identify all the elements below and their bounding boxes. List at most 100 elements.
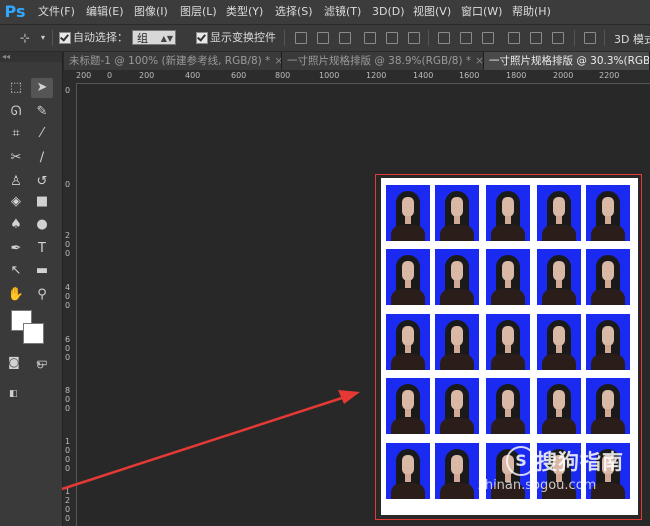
document-tab-bar: 未标题-1 @ 100% (新建参考线, RGB/8) *× 一寸照片规格排版 … — [64, 52, 650, 70]
gradient-icon[interactable]: ■ — [31, 192, 53, 212]
marquee-icon[interactable]: ⬚ — [5, 78, 27, 98]
ruler-label: 200 — [139, 71, 155, 80]
sogou-watermark: S 搜狗指南 zhinan.sogou.com — [478, 444, 635, 514]
blur-icon[interactable]: ♠ — [5, 215, 27, 235]
ruler-label: 1 2 0 0 — [65, 487, 71, 523]
brush-icon[interactable]: ∕ — [31, 148, 53, 168]
menu-layer[interactable]: 图层(L) — [180, 4, 217, 20]
menu-type[interactable]: 类型(Y) — [226, 4, 263, 20]
menu-help[interactable]: 帮助(H) — [512, 4, 551, 20]
menu-filter[interactable]: 滤镜(T) — [324, 4, 361, 20]
ruler-label: 2 0 0 — [65, 231, 71, 258]
divider — [284, 30, 285, 46]
menu-select[interactable]: 选择(S) — [275, 4, 313, 20]
photoshop-logo: Ps — [4, 2, 26, 21]
distribute-left-icon[interactable] — [508, 32, 520, 44]
distribute-top-icon[interactable] — [438, 32, 450, 44]
eyedropper-icon[interactable]: ⁄ — [31, 124, 53, 144]
tab-photo-layout-38[interactable]: 一寸照片规格排版 @ 38.9%(RGB/8) * × — [282, 52, 484, 70]
tab-label: 一寸照片规格排版 @ 30.3%(RGB/8) — [489, 55, 650, 67]
distribute-hcenter-icon[interactable] — [530, 32, 542, 44]
ruler-label: 2200 — [599, 71, 620, 80]
background-color-swatch[interactable] — [23, 323, 44, 344]
align-right-icon[interactable] — [408, 32, 420, 44]
menu-3d[interactable]: 3D(D) — [372, 4, 405, 20]
ruler-label: 1800 — [506, 71, 527, 80]
distribute-vcenter-icon[interactable] — [460, 32, 472, 44]
screen-mode-icon[interactable]: ▭ — [31, 352, 53, 372]
auto-select-dropdown[interactable]: 组 ▲▼ — [132, 30, 176, 45]
divider — [52, 30, 53, 46]
auto-align-layers-icon[interactable] — [584, 32, 596, 44]
watermark-url: zhinan.sogou.com — [478, 478, 597, 493]
menu-window[interactable]: 窗口(W) — [461, 4, 502, 20]
menu-edit[interactable]: 编辑(E) — [86, 4, 124, 20]
close-icon[interactable]: × — [274, 55, 281, 67]
auto-select-checkbox[interactable] — [59, 32, 71, 44]
menu-view[interactable]: 视图(V) — [413, 4, 451, 20]
menu-image[interactable]: 图像(I) — [134, 4, 168, 20]
show-transform-label: 显示变换控件 — [210, 31, 276, 44]
move-tool-preset-icon[interactable]: ⊹ — [18, 31, 32, 45]
tab-label: 一寸照片规格排版 @ 38.9%(RGB/8) * — [287, 55, 472, 67]
ruler-label: 2000 — [553, 71, 574, 80]
dodge-icon[interactable]: ● — [31, 215, 53, 235]
divider — [604, 30, 605, 46]
ruler-label: 0 — [107, 71, 113, 80]
ruler-label: 8 0 0 — [65, 386, 71, 413]
panel-collapse-icon[interactable]: ◂◂ — [0, 52, 62, 62]
align-left-icon[interactable] — [364, 32, 376, 44]
lasso-icon[interactable]: ᘏ — [5, 102, 27, 122]
tab-photo-layout-30[interactable]: 一寸照片规格排版 @ 30.3%(RGB/8) — [484, 52, 650, 70]
auto-select-label: 自动选择： — [73, 31, 128, 44]
type-icon[interactable]: T — [31, 239, 53, 259]
quick-mask-icon[interactable]: ◙ — [3, 352, 25, 372]
divider — [574, 30, 575, 46]
shape-icon[interactable]: ▬ — [31, 261, 53, 281]
close-icon[interactable]: × — [475, 55, 483, 67]
ruler-label: 1400 — [413, 71, 434, 80]
options-bar: ⊹ ▾ 自动选择： 组 ▲▼ 显示变换控件 3D 模式 — [0, 25, 650, 52]
ruler-label: 1600 — [459, 71, 480, 80]
ruler-label: 1200 — [366, 71, 387, 80]
hand-icon[interactable]: ✋ — [5, 285, 27, 305]
ruler-label: 0 — [65, 180, 71, 189]
vertical-ruler: 0 0 2 0 0 4 0 0 6 0 0 8 0 0 1 0 0 0 1 2 … — [63, 83, 77, 526]
eraser-icon[interactable]: ◈ — [5, 192, 27, 212]
menu-file[interactable]: 文件(F) — [38, 4, 75, 20]
distribute-bottom-icon[interactable] — [482, 32, 494, 44]
align-bottom-icon[interactable] — [339, 32, 351, 44]
align-hcenter-icon[interactable] — [386, 32, 398, 44]
move-icon[interactable]: ➤ — [31, 78, 53, 98]
watermark-brand: 搜狗指南 — [536, 450, 624, 474]
dropdown-arrow-icon: ▲▼ — [160, 34, 173, 43]
chevron-down-icon[interactable]: ▾ — [36, 31, 50, 45]
history-brush-icon[interactable]: ↺ — [31, 172, 53, 192]
sogou-logo-icon: S — [506, 446, 536, 476]
distribute-right-icon[interactable] — [552, 32, 564, 44]
crop-icon[interactable]: ⌗ — [5, 124, 27, 144]
ruler-label: 600 — [231, 71, 247, 80]
align-top-icon[interactable] — [295, 32, 307, 44]
align-vcenter-icon[interactable] — [317, 32, 329, 44]
zoom-icon[interactable]: ⚲ — [31, 285, 53, 305]
ruler-label: 200 — [76, 71, 92, 80]
horizontal-ruler: 200 0 200 400 600 800 1000 1200 1400 160… — [63, 70, 650, 84]
tab-untitled[interactable]: 未标题-1 @ 100% (新建参考线, RGB/8) *× — [64, 52, 282, 70]
quick-select-icon[interactable]: ✎ — [31, 102, 53, 122]
path-select-icon[interactable]: ↖ — [5, 261, 27, 281]
tab-label: 未标题-1 @ 100% (新建参考线, RGB/8) * — [69, 55, 271, 67]
default-colors-icon[interactable]: ◧ — [9, 389, 18, 399]
stamp-icon[interactable]: ♙ — [5, 172, 27, 192]
menu-bar: Ps 文件(F) 编辑(E) 图像(I) 图层(L) 类型(Y) 选择(S) 滤… — [0, 0, 650, 25]
ruler-label: 800 — [275, 71, 291, 80]
auto-select-value: 组 — [137, 32, 148, 45]
ruler-label: 6 0 0 — [65, 335, 71, 362]
ruler-label: 0 — [65, 86, 71, 95]
pen-icon[interactable]: ✒ — [5, 239, 27, 259]
show-transform-checkbox[interactable] — [196, 32, 208, 44]
3d-mode-label: 3D 模式 — [614, 33, 650, 46]
healing-icon[interactable]: ✂ — [5, 148, 27, 168]
ruler-label: 4 0 0 — [65, 283, 71, 310]
ruler-label: 1 0 0 0 — [65, 437, 71, 473]
